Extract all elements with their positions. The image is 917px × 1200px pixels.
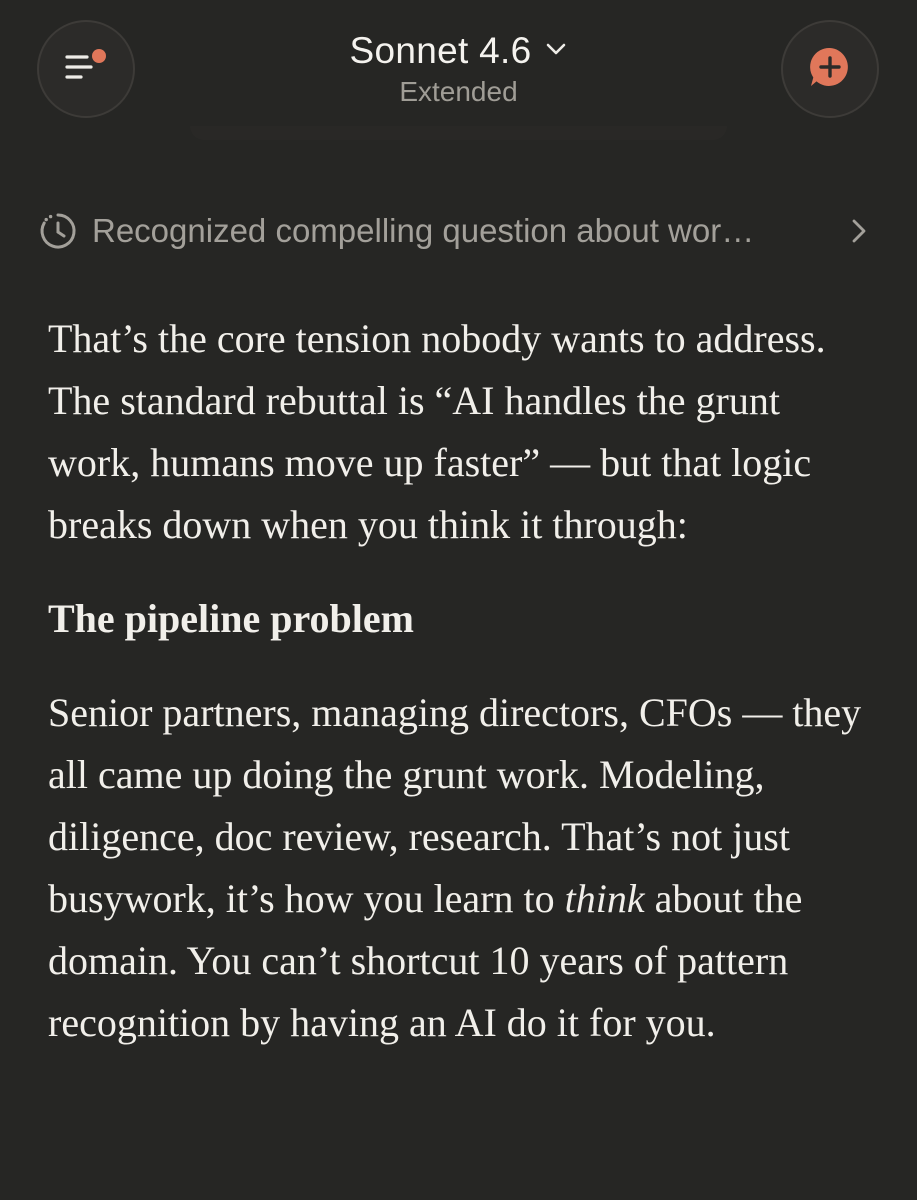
thinking-summary-text: Recognized compelling question about wor… — [92, 212, 755, 249]
model-name: Sonnet 4.6 — [349, 30, 532, 71]
clock-icon — [38, 210, 80, 252]
new-chat-plus-icon — [807, 44, 853, 95]
response-paragraph: Senior partners, managing directors, CFO… — [48, 682, 878, 1054]
model-mode-label: Extended — [399, 76, 518, 107]
top-bar: Sonnet 4.6 Extended — [0, 0, 917, 160]
chevron-right-icon — [838, 211, 868, 251]
chevron-down-icon — [545, 41, 567, 62]
new-chat-button[interactable] — [781, 20, 879, 118]
model-selector[interactable]: Sonnet 4.6 Extended — [300, 30, 617, 108]
response-paragraph: That’s the core tension nobody wants to … — [48, 316, 826, 547]
menu-button[interactable] — [37, 20, 135, 118]
thinking-summary-toggle[interactable]: Recognized compelling question about wor… — [38, 206, 868, 256]
header-shadow — [190, 126, 727, 140]
menu-notification-icon — [64, 47, 108, 92]
assistant-response: That’s the core tension nobody wants to … — [48, 308, 878, 1054]
emphasized-text: think — [564, 876, 645, 921]
response-heading: The pipeline problem — [48, 596, 414, 641]
